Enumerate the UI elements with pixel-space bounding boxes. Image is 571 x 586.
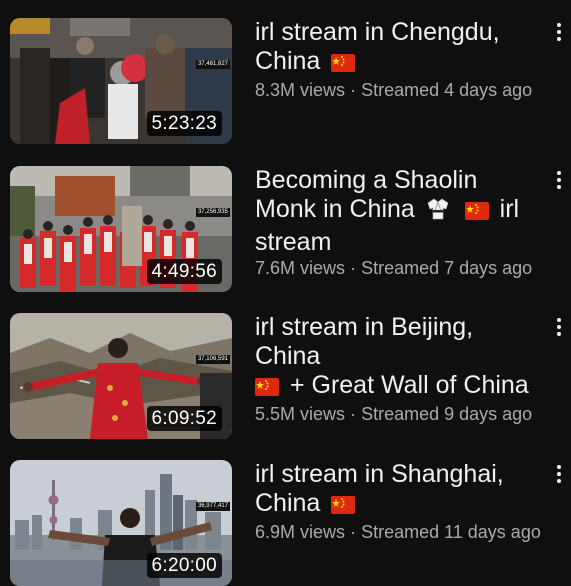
title-line: irl stream in Chengdu,: [255, 18, 500, 46]
martial-arts-uniform-icon: [426, 197, 450, 228]
more-vertical-icon[interactable]: [553, 315, 565, 339]
separator: ·: [350, 80, 357, 100]
title-line: stream: [255, 228, 332, 256]
stream-date: Streamed 4 days ago: [361, 80, 533, 100]
china-flag-icon: [331, 50, 356, 79]
stream-date: Streamed 11 days ago: [361, 522, 541, 542]
video-meta: irl stream in Beijing, China + Great Wal…: [255, 313, 545, 425]
video-thumbnail[interactable]: 36,977,417 6:20:00: [10, 460, 232, 586]
china-flag-icon: [464, 198, 489, 227]
viewer-count: 37,481,827: [195, 60, 230, 69]
video-stats: 8.3M views · Streamed 4 days ago: [255, 79, 545, 101]
title-line: irl stream in Beijing, China: [255, 313, 474, 370]
view-count: 8.3M views: [255, 80, 346, 100]
title-line: China: [255, 489, 321, 517]
video-duration: 5:23:23: [146, 111, 222, 136]
video-title[interactable]: irl stream in Shanghai, China: [255, 460, 545, 521]
title-line: irl: [499, 195, 520, 223]
china-flag-icon: [255, 374, 279, 403]
more-vertical-icon[interactable]: [553, 168, 565, 192]
video-thumbnail[interactable]: 37,481,827 5:23:23: [10, 18, 232, 144]
more-vertical-icon[interactable]: [553, 462, 565, 486]
stream-date: Streamed 9 days ago: [361, 404, 533, 424]
video-title[interactable]: irl stream in Beijing, China + Great Wal…: [255, 313, 545, 403]
video-title[interactable]: irl stream in Chengdu, China: [255, 18, 545, 79]
stream-date: Streamed 7 days ago: [361, 258, 533, 278]
video-duration: 4:49:56: [146, 259, 222, 284]
video-stats: 5.5M views · Streamed 9 days ago: [255, 403, 545, 425]
viewer-count: 37,256,935: [195, 208, 230, 217]
video-meta: irl stream in Shanghai, China 6.9M views…: [255, 460, 545, 543]
title-line: Monk in China: [255, 195, 415, 223]
title-line: China: [255, 47, 321, 75]
view-count: 5.5M views: [255, 404, 346, 424]
title-line: Becoming a Shaolin: [255, 166, 478, 194]
view-count: 7.6M views: [255, 258, 346, 278]
separator: ·: [350, 258, 357, 278]
video-title[interactable]: Becoming a Shaolin Monk in China irl str…: [255, 166, 545, 257]
title-line: irl stream in Shanghai,: [255, 460, 504, 488]
video-meta: irl stream in Chengdu, China 8.3M views …: [255, 18, 545, 101]
more-vertical-icon[interactable]: [553, 20, 565, 44]
video-thumbnail[interactable]: 37,106,591 6:09:52: [10, 313, 232, 439]
title-line: + Great Wall of China: [289, 371, 529, 399]
video-stats: 6.9M views · Streamed 11 days ago: [255, 521, 545, 543]
separator: ·: [350, 522, 357, 542]
viewer-count: 36,977,417: [195, 502, 230, 511]
china-flag-icon: [331, 492, 356, 521]
video-thumbnail[interactable]: 37,256,935 4:49:56: [10, 166, 232, 292]
video-stats: 7.6M views · Streamed 7 days ago: [255, 257, 545, 279]
video-duration: 6:09:52: [146, 406, 222, 431]
video-duration: 6:20:00: [146, 553, 222, 578]
separator: ·: [350, 404, 357, 424]
video-meta: Becoming a Shaolin Monk in China irl str…: [255, 166, 545, 279]
view-count: 6.9M views: [255, 522, 346, 542]
viewer-count: 37,106,591: [195, 355, 230, 364]
